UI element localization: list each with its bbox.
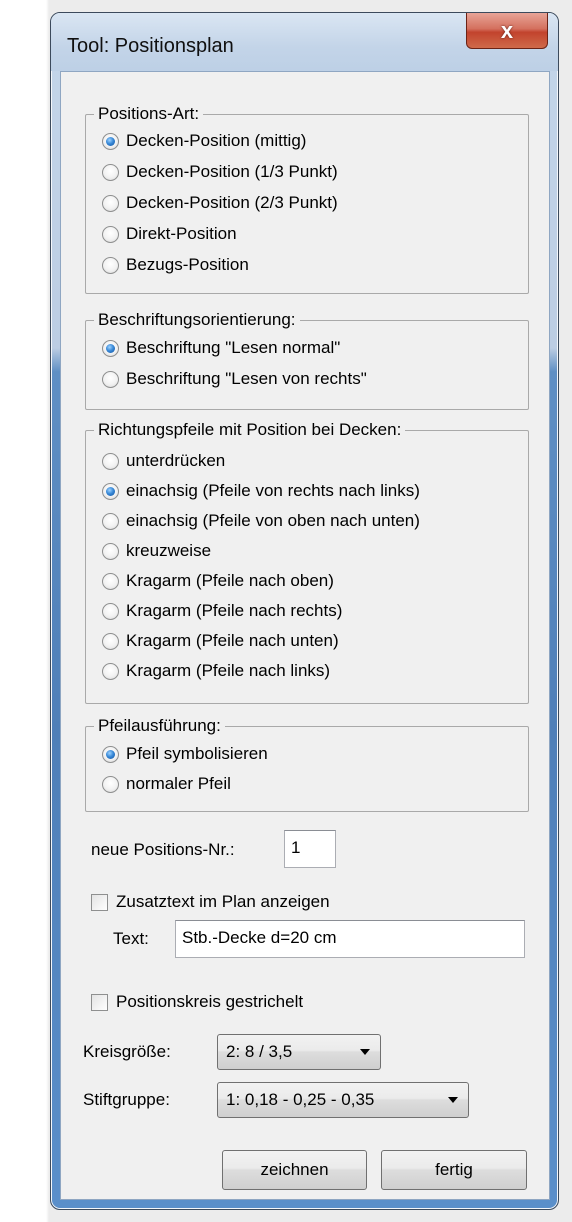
window-frame: Tool: Positionsplan x Positions-Art: Dec… <box>50 12 559 1210</box>
zeichnen-button[interactable]: zeichnen <box>222 1150 367 1190</box>
radio-button[interactable] <box>102 163 119 181</box>
radio-decken-mittig[interactable]: Decken-Position (mittig) <box>102 128 306 154</box>
close-icon: x <box>500 17 514 43</box>
checkbox-label: Zusatztext im Plan anzeigen <box>116 892 330 911</box>
text-label: Text: <box>113 929 149 948</box>
radio-label: Bezugs-Position <box>126 255 249 274</box>
radio-label: einachsig (Pfeile von oben nach unten) <box>126 511 420 530</box>
radio-pfeil-symbolisieren[interactable]: Pfeil symbolisieren <box>102 741 268 767</box>
radio-unterdruecken[interactable]: unterdrücken <box>102 448 225 474</box>
radio-button-checked[interactable] <box>102 745 119 763</box>
radio-lesen-rechts[interactable]: Beschriftung "Lesen von rechts" <box>102 366 367 392</box>
radio-lesen-normal[interactable]: Beschriftung "Lesen normal" <box>102 335 340 361</box>
window-title: Tool: Positionsplan <box>67 35 234 57</box>
dropdown-arrow-icon <box>448 1097 458 1103</box>
radio-label: Decken-Position (mittig) <box>126 131 307 150</box>
radio-kragarm-rechts[interactable]: Kragarm (Pfeile nach rechts) <box>102 598 342 624</box>
text-input[interactable]: Stb.-Decke d=20 cm <box>175 920 525 958</box>
richtungspfeile-legend: Richtungspfeile mit Position bei Decken: <box>94 419 406 441</box>
radio-button[interactable] <box>102 370 119 388</box>
radio-label: unterdrücken <box>126 451 226 470</box>
pfeilausfuehrung-legend: Pfeilausführung: <box>94 715 225 737</box>
radio-label: Kragarm (Pfeile nach links) <box>126 661 331 680</box>
positionskreis-checkbox[interactable] <box>91 993 108 1011</box>
radio-einachsig-oben-unten[interactable]: einachsig (Pfeile von oben nach unten) <box>102 508 420 534</box>
radio-kreuzweise[interactable]: kreuzweise <box>102 538 211 564</box>
title-bar[interactable]: Tool: Positionsplan x <box>51 13 558 71</box>
pfeilausfuehrung-group: Pfeilausführung: Pfeil symbolisieren nor… <box>85 715 529 812</box>
radio-label: Decken-Position (2/3 Punkt) <box>126 193 338 212</box>
radio-button-checked[interactable] <box>102 339 119 357</box>
radio-label: kreuzweise <box>126 541 212 560</box>
radio-label: einachsig (Pfeile von rechts nach links) <box>126 481 420 500</box>
radio-button[interactable] <box>102 662 119 680</box>
kreisgroesse-value: 2: 8 / 3,5 <box>226 1042 293 1061</box>
beschriftung-group: Beschriftungsorientierung: Beschriftung … <box>85 309 529 410</box>
radio-button[interactable] <box>102 452 119 470</box>
stiftgruppe-value: 1: 0,18 - 0,25 - 0,35 <box>226 1090 375 1109</box>
radio-kragarm-links[interactable]: Kragarm (Pfeile nach links) <box>102 658 330 684</box>
radio-label: Direkt-Position <box>126 224 237 243</box>
radio-label: normaler Pfeil <box>126 774 231 793</box>
radio-button[interactable] <box>102 256 119 274</box>
radio-button[interactable] <box>102 602 119 620</box>
radio-label: Decken-Position (1/3 Punkt) <box>126 162 338 181</box>
radio-label: Beschriftung "Lesen normal" <box>126 338 341 357</box>
radio-einachsig-rechts-links[interactable]: einachsig (Pfeile von rechts nach links) <box>102 478 420 504</box>
fertig-button[interactable]: fertig <box>381 1150 527 1190</box>
radio-direkt[interactable]: Direkt-Position <box>102 221 237 247</box>
kreisgroesse-label: Kreisgröße: <box>83 1042 171 1061</box>
radio-decken-1-3[interactable]: Decken-Position (1/3 Punkt) <box>102 159 338 185</box>
radio-button[interactable] <box>102 542 119 560</box>
radio-button-checked[interactable] <box>102 482 119 500</box>
stiftgruppe-label: Stiftgruppe: <box>83 1090 170 1109</box>
radio-label: Beschriftung "Lesen von rechts" <box>126 369 367 388</box>
stiftgruppe-select[interactable]: 1: 0,18 - 0,25 - 0,35 <box>217 1082 469 1118</box>
radio-button[interactable] <box>102 512 119 530</box>
neue-position-input[interactable]: 1 <box>284 830 336 868</box>
close-button[interactable]: x <box>466 13 548 49</box>
richtungspfeile-group: Richtungspfeile mit Position bei Decken:… <box>85 419 529 704</box>
positions-art-group: Positions-Art: Decken-Position (mittig) … <box>85 103 529 294</box>
radio-button-checked[interactable] <box>102 132 119 150</box>
radio-button[interactable] <box>102 632 119 650</box>
zusatztext-checkbox-row[interactable]: Zusatztext im Plan anzeigen <box>91 889 330 915</box>
checkbox-label: Positionskreis gestrichelt <box>116 992 304 1011</box>
radio-label: Kragarm (Pfeile nach rechts) <box>126 601 343 620</box>
zusatztext-checkbox[interactable] <box>91 893 108 911</box>
beschriftung-legend: Beschriftungsorientierung: <box>94 309 300 331</box>
radio-kragarm-unten[interactable]: Kragarm (Pfeile nach unten) <box>102 628 339 654</box>
kreisgroesse-select[interactable]: 2: 8 / 3,5 <box>217 1034 381 1070</box>
radio-decken-2-3[interactable]: Decken-Position (2/3 Punkt) <box>102 190 338 216</box>
radio-button[interactable] <box>102 194 119 212</box>
radio-button[interactable] <box>102 572 119 590</box>
positionskreis-checkbox-row[interactable]: Positionskreis gestrichelt <box>91 989 303 1015</box>
radio-bezugs[interactable]: Bezugs-Position <box>102 252 249 278</box>
neue-position-label: neue Positions-Nr.: <box>91 840 235 859</box>
radio-normaler-pfeil[interactable]: normaler Pfeil <box>102 771 231 797</box>
radio-label: Pfeil symbolisieren <box>126 744 268 763</box>
dropdown-arrow-icon <box>360 1049 370 1055</box>
radio-kragarm-oben[interactable]: Kragarm (Pfeile nach oben) <box>102 568 334 594</box>
radio-button[interactable] <box>102 225 119 243</box>
radio-label: Kragarm (Pfeile nach unten) <box>126 631 339 650</box>
radio-label: Kragarm (Pfeile nach oben) <box>126 571 334 590</box>
dialog-window: Tool: Positionsplan x Positions-Art: Dec… <box>40 0 572 1222</box>
dialog-client-area: Positions-Art: Decken-Position (mittig) … <box>60 71 550 1200</box>
positions-art-legend: Positions-Art: <box>94 103 204 125</box>
radio-button[interactable] <box>102 775 119 793</box>
